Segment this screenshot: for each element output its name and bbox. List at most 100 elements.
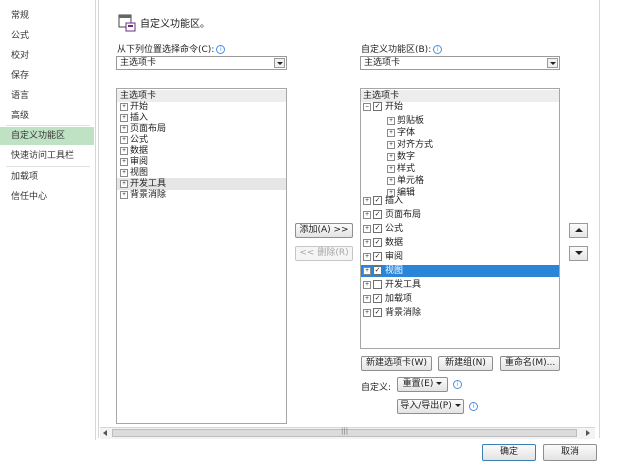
move-down-button[interactable] [569, 246, 588, 261]
collapse-icon[interactable]: − [363, 102, 371, 111]
scroll-left-icon[interactable] [103, 430, 107, 436]
info-icon: i [216, 45, 226, 54]
expand-icon[interactable]: + [120, 113, 128, 122]
expand-icon[interactable]: + [387, 140, 395, 149]
nav-item-add-ins[interactable]: 加载项 [0, 168, 94, 186]
info-icon: i [453, 380, 462, 389]
nav-item-trust-center[interactable]: 信任中心 [0, 188, 94, 206]
tree-item[interactable]: + ✓ 背景消除 [361, 307, 559, 319]
new-group-button[interactable]: 新建组(N) [438, 356, 493, 371]
tree-item[interactable]: + ✓ 插入 [361, 195, 559, 207]
dropdown-arrow-icon [436, 382, 443, 385]
import-export-button[interactable]: 导入/导出(P) [397, 399, 464, 414]
expand-icon[interactable]: + [363, 196, 371, 205]
tree-item[interactable]: + ✓ 加载项 [361, 293, 559, 305]
customizations-label: 自定义: [361, 383, 392, 393]
combo-value: 主选项卡 [120, 58, 157, 68]
nav-item-general[interactable]: 常规 [0, 7, 94, 25]
expand-icon[interactable]: + [387, 176, 395, 185]
tree-item[interactable]: + ✓ 数据 [361, 237, 559, 249]
ok-button[interactable]: 确定 [482, 444, 536, 461]
expand-icon[interactable]: + [363, 294, 371, 303]
nav-item-proofing[interactable]: 校对 [0, 47, 94, 65]
nav-item-formulas[interactable]: 公式 [0, 27, 94, 45]
expand-icon[interactable]: + [387, 152, 395, 161]
checkbox-unchecked-icon[interactable] [373, 280, 382, 289]
nav-item-save[interactable]: 保存 [0, 67, 94, 85]
scrollbar-thumb[interactable]: ||| [112, 427, 577, 437]
expand-icon[interactable]: + [120, 179, 128, 188]
commands-list[interactable]: 主选项卡 + 开始 + 插入 + 页面布局 + 公式 + 数据 + 审阅 + 视图 + 开发工具… [116, 88, 287, 424]
new-tab-button[interactable]: 新建选项卡(W) [361, 356, 432, 371]
dropdown-arrow-icon [454, 404, 461, 407]
move-up-button[interactable] [569, 223, 588, 238]
remove-button[interactable]: << 删除(R) [295, 246, 353, 261]
checkbox-checked-icon[interactable]: ✓ [373, 196, 382, 205]
expand-icon[interactable]: + [120, 102, 128, 111]
checkbox-checked-icon[interactable]: ✓ [373, 210, 382, 219]
expand-icon[interactable]: + [363, 224, 371, 233]
info-icon: i [433, 45, 443, 54]
choose-commands-label: 从下列位置选择命令(C): i [117, 42, 226, 55]
expand-icon[interactable]: + [363, 238, 371, 247]
tree-item[interactable]: + ✓ 页面布局 [361, 209, 559, 221]
scroll-right-icon[interactable] [586, 430, 590, 436]
expand-icon[interactable]: + [363, 210, 371, 219]
info-icon: i [469, 402, 478, 411]
reset-button[interactable]: 重置(E) [397, 377, 448, 392]
checkbox-checked-icon[interactable]: ✓ [373, 308, 382, 317]
nav-item-advanced[interactable]: 高级 [0, 107, 94, 125]
tree-group-item[interactable]: + 数字 [361, 151, 559, 163]
tree-item[interactable]: + ✓ 审阅 [361, 251, 559, 263]
expand-icon[interactable]: + [363, 266, 371, 275]
customize-ribbon-icon [118, 12, 136, 32]
ribbon-tree[interactable]: 主选项卡 − ✓ 开始 + 剪贴板 + 字体 + 对齐方式 + 数字 + 样式 + 单元格 + 编… [360, 88, 560, 349]
expand-icon[interactable]: + [120, 157, 128, 166]
tree-group-item[interactable]: + 对齐方式 [361, 139, 559, 151]
horizontal-scrollbar[interactable]: ||| [100, 427, 595, 439]
nav-item-quick-access-toolbar[interactable]: 快速访问工具栏 [0, 147, 94, 165]
nav-divider [6, 166, 90, 167]
cancel-button[interactable]: 取消 [543, 444, 597, 461]
expand-icon[interactable]: + [363, 280, 371, 289]
expand-icon[interactable]: + [120, 168, 128, 177]
expand-icon[interactable]: + [120, 124, 128, 133]
add-button[interactable]: 添加(A) >> [295, 223, 353, 238]
tree-item[interactable]: + 开发工具 [361, 279, 559, 291]
expand-icon[interactable]: + [363, 252, 371, 261]
nav-item-customize-ribbon[interactable]: 自定义功能区 [0, 127, 94, 145]
nav-item-language[interactable]: 语言 [0, 87, 94, 105]
expand-icon[interactable]: + [387, 164, 395, 173]
checkbox-checked-icon[interactable]: ✓ [373, 238, 382, 247]
expand-icon[interactable]: + [120, 135, 128, 144]
customize-ribbon-label: 自定义功能区(B): i [361, 42, 443, 55]
checkbox-checked-icon[interactable]: ✓ [373, 102, 382, 111]
tree-group-item[interactable]: + 样式 [361, 163, 559, 175]
expand-icon[interactable]: + [363, 308, 371, 317]
chevron-down-icon[interactable] [547, 58, 558, 68]
expand-icon[interactable]: + [387, 128, 395, 137]
list-item[interactable]: + 背景消除 [117, 189, 286, 201]
customize-ribbon-combo[interactable]: 主选项卡 [360, 56, 560, 70]
tree-item[interactable]: + ✓ 公式 [361, 223, 559, 235]
checkbox-checked-icon[interactable]: ✓ [373, 252, 382, 261]
rename-button[interactable]: 重命名(M)... [500, 356, 560, 371]
options-nav: 常规 公式 校对 保存 语言 高级 自定义功能区 快速访问工具栏 加载项 信任中… [0, 0, 96, 440]
tree-item[interactable]: − ✓ 开始 [361, 101, 559, 113]
nav-divider [6, 125, 90, 126]
combo-value: 主选项卡 [364, 58, 401, 68]
chevron-down-icon[interactable] [274, 58, 285, 68]
checkbox-checked-icon[interactable]: ✓ [373, 224, 382, 233]
choose-commands-combo[interactable]: 主选项卡 [116, 56, 287, 70]
expand-icon[interactable]: + [387, 116, 395, 125]
expand-icon[interactable]: + [120, 190, 128, 199]
tree-item-selected[interactable]: + ✓ 视图 [361, 265, 559, 277]
checkbox-checked-icon[interactable]: ✓ [373, 294, 382, 303]
expand-icon[interactable]: + [120, 146, 128, 155]
checkbox-checked-icon[interactable]: ✓ [373, 266, 382, 275]
tree-group-item[interactable]: + 剪贴板 [361, 115, 559, 127]
page-title: 自定义功能区。 [140, 19, 210, 30]
tree-group-item[interactable]: + 字体 [361, 127, 559, 139]
grip-icon: ||| [341, 427, 349, 435]
tree-group-item[interactable]: + 单元格 [361, 175, 559, 187]
